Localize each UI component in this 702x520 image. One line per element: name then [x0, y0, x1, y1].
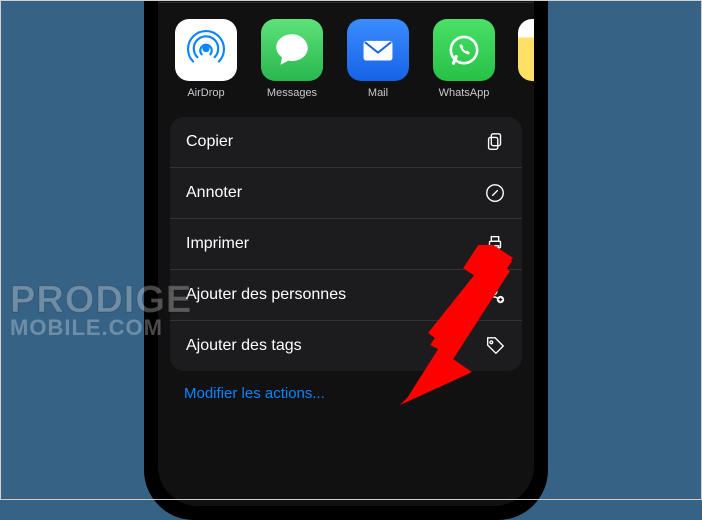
printer-icon: [484, 233, 506, 255]
watermark-line2: MOBILE.COM: [10, 318, 192, 339]
app-label: Mail: [368, 87, 388, 99]
watermark-line1: PRODIGE: [10, 282, 192, 318]
action-add-people[interactable]: Ajouter des personnes: [170, 270, 522, 321]
watermark: PRODIGE MOBILE.COM: [10, 282, 192, 339]
app-mail[interactable]: Mail: [346, 19, 410, 99]
app-airdrop[interactable]: AirDrop: [174, 19, 238, 99]
app-label: AirDrop: [187, 87, 224, 99]
app-messages[interactable]: Messages: [260, 19, 324, 99]
action-label: Ajouter des personnes: [186, 286, 346, 304]
copy-icon: [484, 131, 506, 153]
action-annotate[interactable]: Annoter: [170, 168, 522, 219]
actions-list: Copier Annoter Imprimer Ajouter des pers…: [170, 117, 522, 371]
notes-icon: [518, 19, 534, 81]
pencil-circle-icon: [484, 182, 506, 204]
mail-icon: [347, 19, 409, 81]
edit-actions-link[interactable]: Modifier les actions...: [158, 371, 534, 416]
app-notes[interactable]: [518, 19, 534, 99]
airdrop-icon: [175, 19, 237, 81]
action-print[interactable]: Imprimer: [170, 219, 522, 270]
share-sheet: M F M M: [158, 0, 534, 506]
apps-row: AirDrop Messages Mail: [158, 2, 534, 105]
whatsapp-icon: [433, 19, 495, 81]
action-copy[interactable]: Copier: [170, 117, 522, 168]
person-add-icon: [484, 284, 506, 306]
phone-frame: M F M M: [144, 0, 548, 520]
action-label: Copier: [186, 133, 233, 151]
app-label: Messages: [267, 87, 317, 99]
action-label: Annoter: [186, 184, 242, 202]
app-label: WhatsApp: [439, 87, 490, 99]
action-label: Ajouter des tags: [186, 337, 302, 355]
messages-icon: [261, 19, 323, 81]
tag-icon: [484, 335, 506, 357]
action-label: Imprimer: [186, 235, 249, 253]
action-add-tags[interactable]: Ajouter des tags: [170, 321, 522, 371]
app-whatsapp[interactable]: WhatsApp: [432, 19, 496, 99]
